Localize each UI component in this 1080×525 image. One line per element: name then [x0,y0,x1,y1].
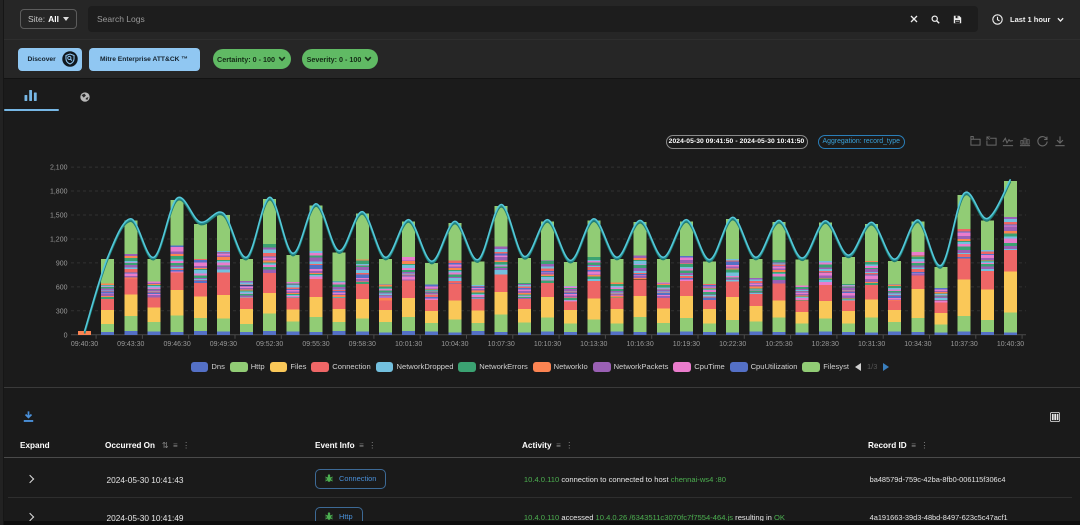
svg-text:600: 600 [56,284,68,291]
svg-text:09:46:30: 09:46:30 [163,341,190,348]
svg-text:1,200: 1,200 [50,237,68,244]
svg-text:10:31:30: 10:31:30 [858,341,885,348]
svg-text:300: 300 [56,308,68,315]
svg-text:10:37:30: 10:37:30 [951,341,978,348]
svg-text:0: 0 [64,332,68,339]
svg-text:10:13:30: 10:13:30 [580,341,607,348]
svg-text:09:43:30: 09:43:30 [117,341,144,348]
svg-text:09:49:30: 09:49:30 [210,341,237,348]
svg-text:10:04:30: 10:04:30 [441,341,468,348]
svg-text:10:10:30: 10:10:30 [534,341,561,348]
svg-text:10:16:30: 10:16:30 [626,341,653,348]
svg-text:10:01:30: 10:01:30 [395,341,422,348]
svg-text:09:58:30: 09:58:30 [349,341,376,348]
svg-text:10:25:30: 10:25:30 [765,341,792,348]
svg-text:10:07:30: 10:07:30 [488,341,515,348]
svg-text:2,100: 2,100 [50,165,68,172]
svg-text:1,500: 1,500 [50,213,68,220]
svg-text:09:52:30: 09:52:30 [256,341,283,348]
svg-text:10:34:30: 10:34:30 [904,341,931,348]
svg-text:10:19:30: 10:19:30 [673,341,700,348]
svg-text:1,800: 1,800 [50,189,68,196]
svg-text:10:22:30: 10:22:30 [719,341,746,348]
svg-text:09:55:30: 09:55:30 [302,341,329,348]
svg-text:10:28:30: 10:28:30 [812,341,839,348]
svg-text:10:40:30: 10:40:30 [997,341,1024,348]
svg-text:09:40:30: 09:40:30 [71,341,98,348]
svg-text:900: 900 [56,260,68,267]
